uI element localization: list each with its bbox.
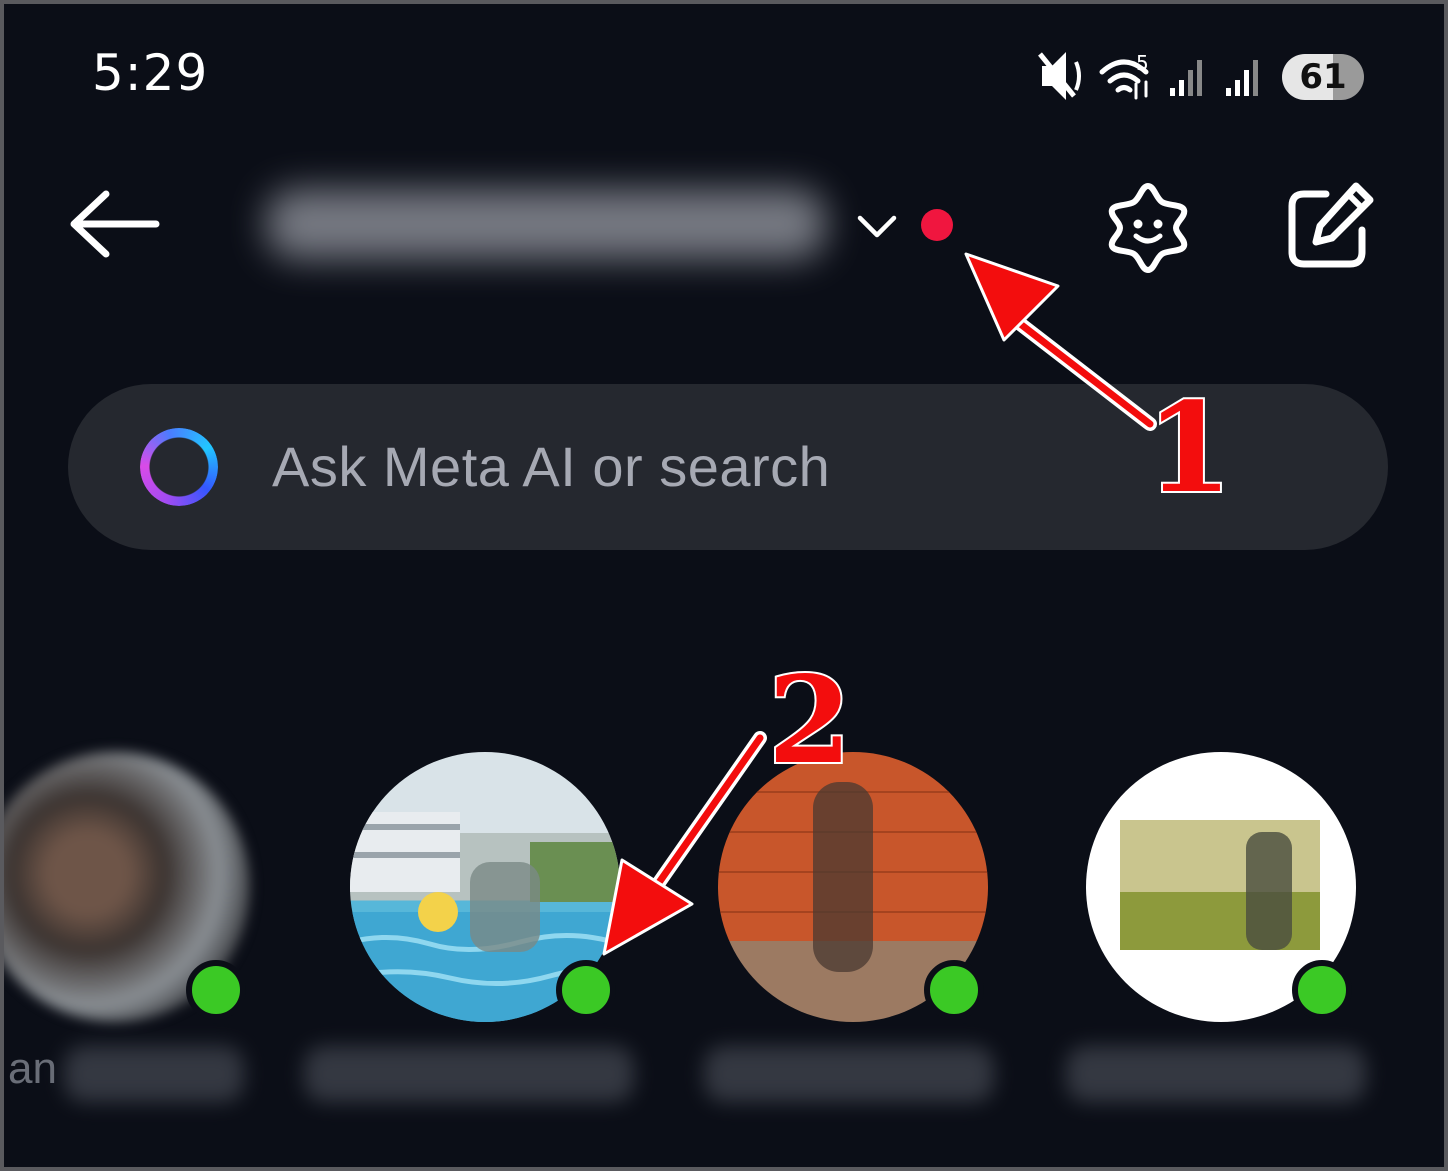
battery-icon: 61 (1282, 54, 1364, 100)
active-contact-2[interactable] (350, 752, 620, 1022)
chevron-down-icon (857, 215, 897, 238)
contact-name-blurred (704, 1046, 994, 1102)
account-name-blurred[interactable] (266, 189, 826, 259)
online-indicator (556, 960, 616, 1020)
notification-dot (921, 209, 953, 241)
account-switch-dropdown[interactable] (850, 204, 904, 250)
back-button[interactable] (66, 186, 162, 266)
meta-ai-sparkle-face-icon (1108, 183, 1188, 273)
contact-name-fragment: an (8, 1044, 57, 1093)
meta-ai-ring-icon (140, 428, 218, 506)
contact-name-blurred (64, 1046, 244, 1102)
meta-ai-button[interactable] (1096, 176, 1200, 280)
active-contact-4[interactable] (1086, 752, 1356, 1022)
annotation-number-1: 1 (1144, 374, 1234, 523)
online-indicator (1292, 960, 1352, 1020)
compose-button[interactable] (1276, 176, 1380, 280)
wifi-icon: 5 (1099, 51, 1149, 100)
svg-text:5: 5 (1136, 51, 1149, 75)
status-time: 5:29 (92, 44, 209, 102)
phone-screen: 5:29 5 61 Ask Meta AI or search an 1 2 (0, 0, 1448, 1171)
contact-name-blurred (1066, 1046, 1366, 1102)
online-indicator (924, 960, 984, 1020)
signal-icon (1226, 60, 1258, 96)
online-indicator (186, 960, 246, 1020)
active-contact-3[interactable] (718, 752, 988, 1022)
contact-name-blurred (304, 1046, 634, 1102)
mute-icon (1038, 52, 1081, 100)
compose-edit-icon (1288, 182, 1374, 268)
signal-icon (1170, 60, 1202, 96)
back-arrow-icon (70, 190, 160, 258)
status-icons: 5 (1038, 51, 1258, 100)
active-contact-1[interactable] (4, 752, 250, 1022)
search-placeholder: Ask Meta AI or search (272, 435, 831, 498)
annotation-number-2: 2 (766, 648, 853, 793)
